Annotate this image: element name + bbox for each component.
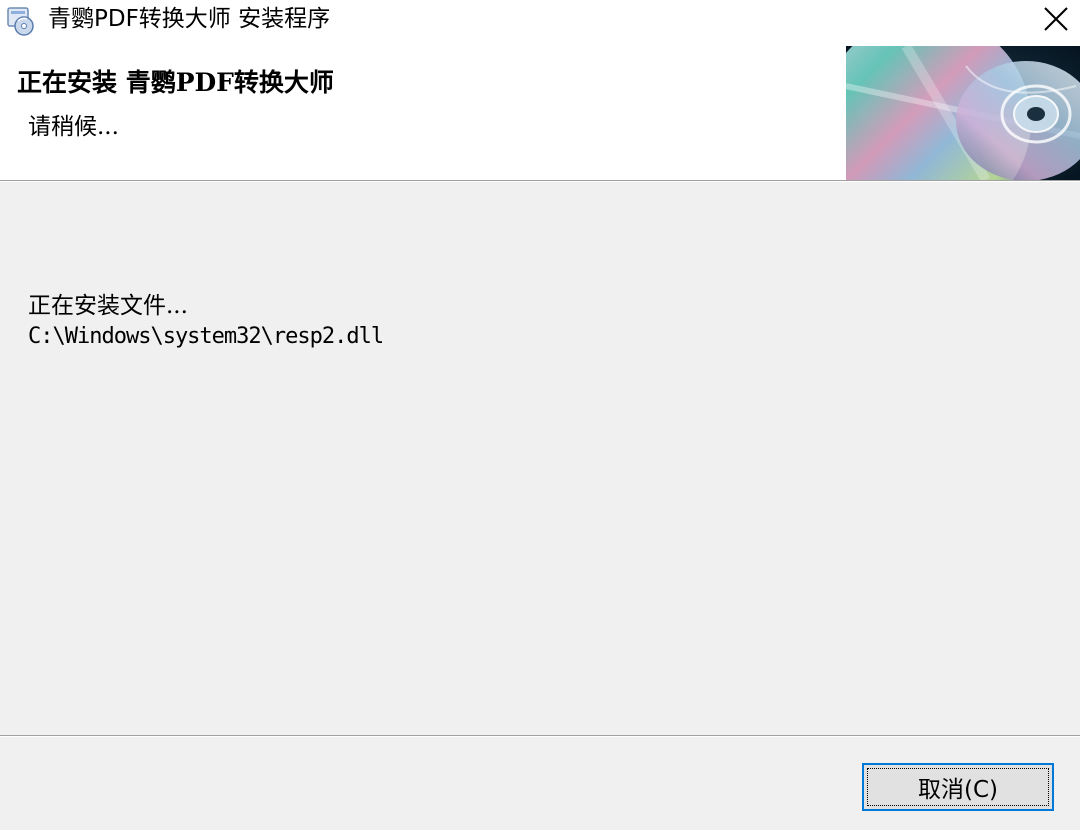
footer-panel: 取消(C) <box>0 737 1080 830</box>
page-subtitle: 请稍候... <box>28 114 119 140</box>
header-panel: 正在安装 青鹦PDF转换大师 请稍候... <box>0 40 1080 180</box>
status-text: 正在安装文件... <box>28 293 188 319</box>
close-icon <box>1044 7 1068 31</box>
cd-disc-image <box>846 46 1080 180</box>
page-title: 正在安装 青鹦PDF转换大师 <box>17 68 334 97</box>
title-bar[interactable]: 青鹦PDF转换大师 安装程序 <box>0 0 1080 40</box>
installer-window: 青鹦PDF转换大师 安装程序 正在安装 青鹦PDF转换大师 请稍候... 正在安… <box>0 0 1080 830</box>
installer-cd-icon <box>5 4 37 36</box>
close-button[interactable] <box>1032 0 1080 38</box>
current-file-path: C:\Windows\system32\resp2.dll <box>28 324 384 349</box>
cancel-button[interactable]: 取消(C) <box>862 763 1054 811</box>
content-panel: 正在安装文件... C:\Windows\system32\resp2.dll <box>0 182 1080 736</box>
window-title: 青鹦PDF转换大师 安装程序 <box>48 6 331 32</box>
